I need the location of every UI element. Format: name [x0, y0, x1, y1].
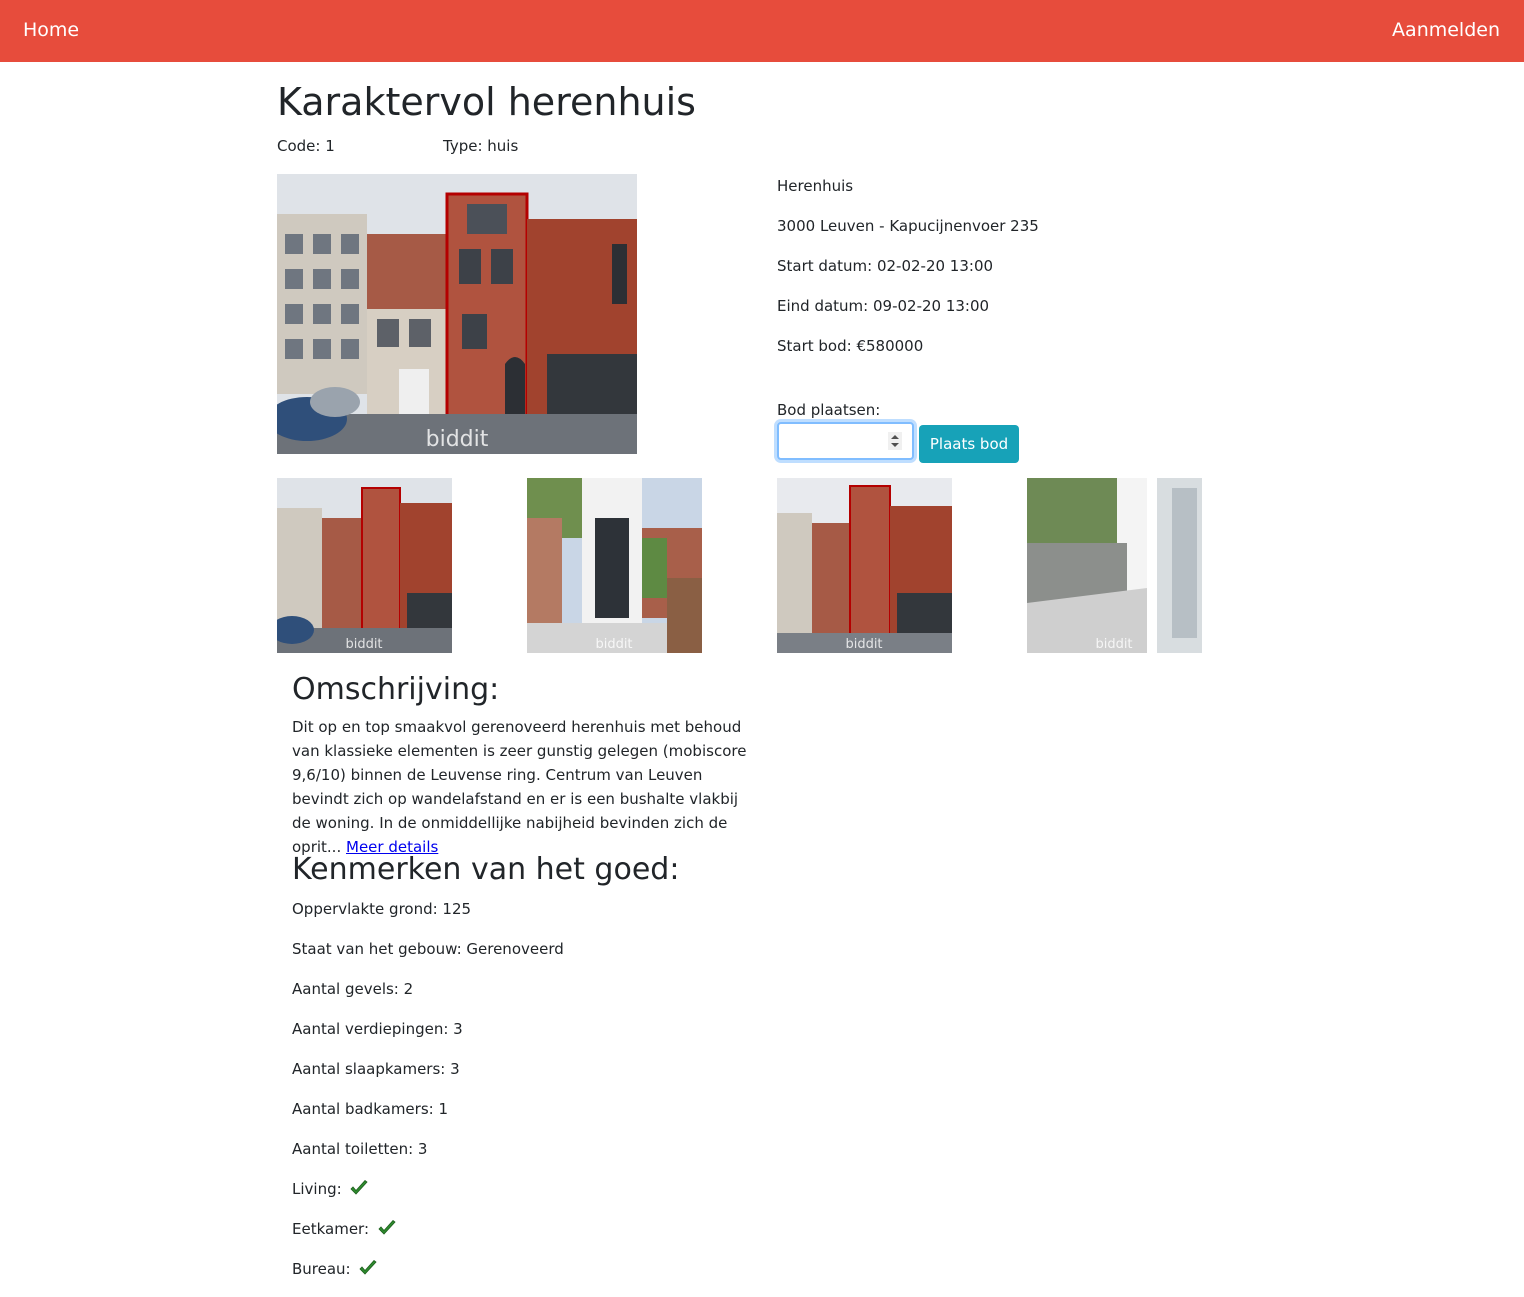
- feature-item: Aantal badkamers: 1: [292, 1100, 449, 1118]
- description-body: Dit op en top smaakvol gerenoveerd heren…: [292, 718, 747, 856]
- thumbnail-photo-4[interactable]: biddit: [1027, 478, 1202, 653]
- feature-item-living: Living:: [292, 1180, 369, 1198]
- feature-item: Aantal gevels: 2: [292, 980, 414, 998]
- property-type: Type: huis: [443, 137, 519, 155]
- number-spinner-icon[interactable]: [888, 432, 902, 450]
- thumbnail-photo-1[interactable]: biddit: [277, 478, 452, 653]
- feature-label: Living:: [292, 1180, 342, 1198]
- top-navbar: Home Aanmelden: [0, 0, 1524, 62]
- property-code: Code: 1: [277, 137, 335, 155]
- photo-watermark: biddit: [595, 637, 632, 652]
- main-photo: biddit: [277, 174, 637, 454]
- feature-label: Bureau:: [292, 1260, 351, 1278]
- bid-label: Bod plaatsen:: [777, 401, 881, 419]
- description-heading: Omschrijving:: [292, 672, 500, 707]
- thumbnail-photo-2[interactable]: biddit: [527, 478, 702, 653]
- nav-home-link[interactable]: Home: [23, 19, 79, 41]
- feature-item: Aantal verdiepingen: 3: [292, 1020, 463, 1038]
- nav-login-link[interactable]: Aanmelden: [1392, 19, 1500, 41]
- feature-item: Aantal toiletten: 3: [292, 1140, 428, 1158]
- photo-watermark: biddit: [1095, 637, 1132, 652]
- checkmark-icon: [350, 1180, 369, 1195]
- feature-item: Staat van het gebouw: Gerenoveerd: [292, 940, 564, 958]
- photo-watermark: biddit: [345, 637, 382, 652]
- end-date: Eind datum: 09-02-20 13:00: [777, 297, 990, 315]
- start-date: Start datum: 02-02-20 13:00: [777, 257, 994, 275]
- property-kind: Herenhuis: [777, 177, 854, 195]
- features-heading: Kenmerken van het goed:: [292, 852, 680, 887]
- feature-item: Oppervlakte grond: 125: [292, 900, 472, 918]
- feature-item: Aantal slaapkamers: 3: [292, 1060, 460, 1078]
- checkmark-icon: [378, 1220, 396, 1235]
- property-address: 3000 Leuven - Kapucijnenvoer 235: [777, 217, 1039, 235]
- feature-label: Eetkamer:: [292, 1220, 369, 1238]
- start-bid: Start bod: €580000: [777, 337, 924, 355]
- thumbnail-photo-3[interactable]: biddit: [777, 478, 952, 653]
- feature-item-bureau: Bureau:: [292, 1260, 377, 1278]
- page-title: Karaktervol herenhuis: [277, 80, 696, 124]
- description-text: Dit op en top smaakvol gerenoveerd heren…: [292, 715, 754, 859]
- place-bid-button[interactable]: Plaats bod: [919, 425, 1019, 463]
- photo-watermark: biddit: [845, 637, 882, 652]
- checkmark-icon: [359, 1260, 377, 1275]
- feature-item-eetkamer: Eetkamer:: [292, 1220, 396, 1238]
- photo-watermark: biddit: [426, 427, 489, 452]
